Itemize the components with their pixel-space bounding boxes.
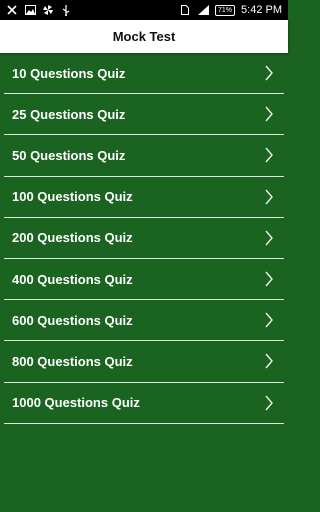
menu-item-50-questions[interactable]: 50 Questions Quiz [4,135,284,177]
battery-level: 71% [218,6,233,14]
chevron-right-icon [264,230,274,246]
menu-item-label: 200 Questions Quiz [12,230,133,246]
menu-item-label: 400 Questions Quiz [12,271,133,287]
menu-item-label: 600 Questions Quiz [12,312,133,328]
menu-item-label: 100 Questions Quiz [12,189,133,205]
menu-item-800-questions[interactable]: 800 Questions Quiz [4,341,284,383]
menu-item-label: 10 Questions Quiz [12,65,126,81]
quiz-list: 10 Questions Quiz 25 Questions Quiz 50 Q… [4,53,284,424]
chevron-right-icon [264,353,274,369]
image-icon [24,4,36,16]
pinwheel-icon [42,4,54,16]
menu-item-25-questions[interactable]: 25 Questions Quiz [4,94,284,136]
menu-item-400-questions[interactable]: 400 Questions Quiz [4,259,284,301]
chevron-right-icon [264,312,274,328]
page-title: Mock Test [112,29,176,44]
menu-item-label: 800 Questions Quiz [12,353,133,369]
menu-item-label: 50 Questions Quiz [12,147,126,163]
menu-item-10-questions[interactable]: 10 Questions Quiz [4,53,284,95]
menu-item-100-questions[interactable]: 100 Questions Quiz [4,177,284,218]
usb-icon [60,4,72,16]
battery-icon: 71% [215,4,236,16]
chevron-right-icon [264,147,274,163]
status-bar-left [6,4,72,16]
chevron-right-icon [264,271,274,287]
app-bar: Mock Test [0,20,288,53]
status-bar: 71% 5:42 PM [0,0,288,20]
sim-icon [179,4,191,16]
menu-item-label: 25 Questions Quiz [12,106,126,122]
chevron-right-icon [264,106,274,122]
chevron-right-icon [264,395,274,411]
chevron-right-icon [264,65,274,81]
chevron-right-icon [264,189,274,205]
status-bar-right: 71% 5:42 PM [179,4,282,16]
clock: 5:42 PM [241,4,282,16]
menu-item-1000-questions[interactable]: 1000 Questions Quiz [4,383,284,424]
close-icon [6,4,18,16]
menu-item-200-questions[interactable]: 200 Questions Quiz [4,218,284,259]
signal-icon [197,4,209,16]
menu-item-600-questions[interactable]: 600 Questions Quiz [4,300,284,342]
menu-item-label: 1000 Questions Quiz [12,395,140,411]
